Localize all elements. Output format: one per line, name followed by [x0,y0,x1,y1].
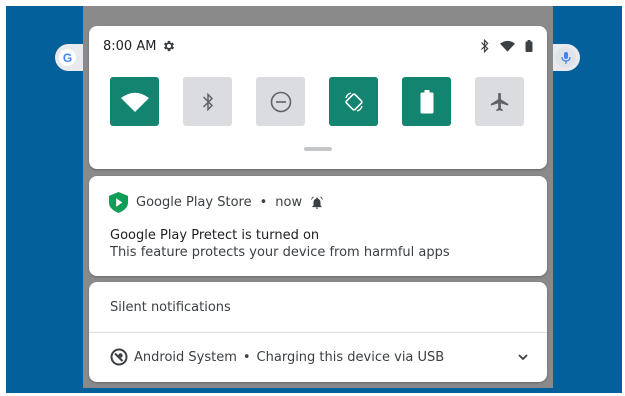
do-not-disturb-tile[interactable] [256,77,305,126]
bluetooth-icon [202,92,214,112]
notification-title: Google Play Pretect is turned on [110,228,320,243]
android-system-notification[interactable]: Android System • Charging this device vi… [110,346,529,368]
gear-icon[interactable] [162,39,176,53]
clock: 8:00 AM [103,38,157,54]
battery-saver-icon [420,89,434,114]
mic-icon[interactable] [555,47,576,68]
chevron-down-icon[interactable] [517,353,529,361]
auto-rotate-tile[interactable] [329,77,378,126]
wifi-tile[interactable] [110,77,159,126]
airplane-mode-icon [489,91,511,113]
android-system-app-name: Android System [134,349,237,365]
notification-separator: • [259,195,268,210]
silent-notifications-card: Silent notifications Android System • Ch… [89,282,547,382]
drag-handle[interactable] [304,147,332,151]
android-system-text: Charging this device via USB [256,349,445,365]
notification-text: This feature protects your device from h… [110,245,450,260]
notification-app-name: Google Play Store [136,195,252,210]
battery-icon [525,40,533,52]
android-system-separator: • [242,349,251,365]
bluetooth-icon [480,39,490,53]
notification-header: Google Play Store • now [109,192,324,213]
notification-card[interactable]: Google Play Store • now Google Play Pret… [89,176,547,276]
battery-saver-tile[interactable] [402,77,451,126]
play-protect-icon [109,192,128,213]
do-not-disturb-icon [270,91,292,113]
alerting-bell-icon [310,195,324,210]
airplane-mode-tile[interactable] [475,77,524,126]
android-system-icon [110,348,128,366]
google-g-icon: G [59,49,76,66]
quick-settings-panel: 8:00 AM [89,26,547,169]
silent-notifications-header: Silent notifications [110,300,231,315]
auto-rotate-icon [343,91,365,113]
bluetooth-tile[interactable] [183,77,232,126]
wifi-icon [120,92,149,112]
notification-time: now [275,195,303,210]
wifi-icon [500,40,515,52]
quick-settings-tiles [110,77,524,126]
status-bar: 8:00 AM [103,36,533,56]
divider [89,332,547,333]
